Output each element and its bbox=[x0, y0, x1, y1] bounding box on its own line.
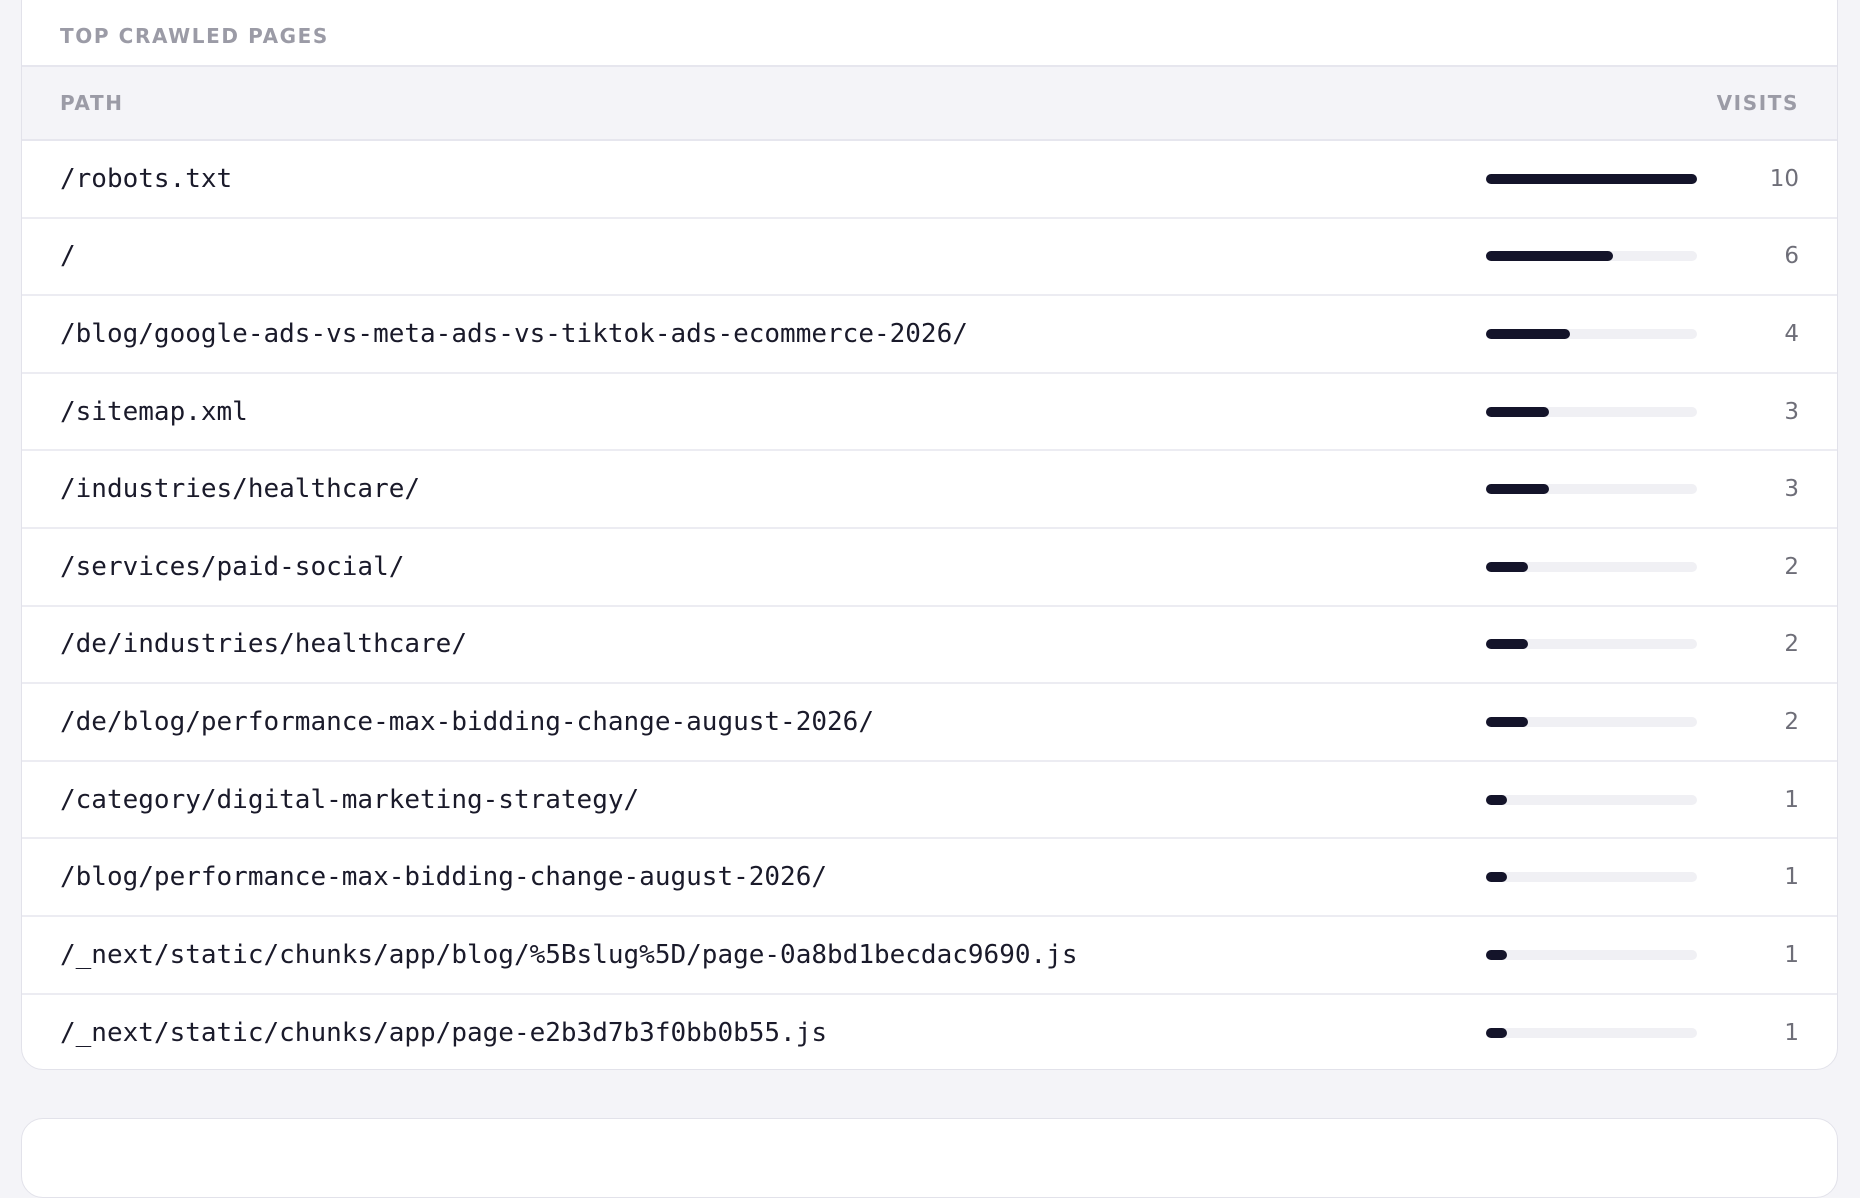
row-path: /category/digital-marketing-strategy/ bbox=[60, 784, 640, 815]
visits-bar-fill bbox=[1486, 406, 1550, 417]
visits-bar-fill bbox=[1486, 639, 1529, 650]
visits-bar bbox=[1486, 716, 1697, 727]
row-visits: 10 bbox=[1769, 165, 1799, 192]
row-path: /robots.txt bbox=[60, 163, 233, 194]
row-visits: 6 bbox=[1784, 243, 1799, 270]
card-header: TOP CRAWLED PAGES bbox=[22, 0, 1837, 67]
visits-bar bbox=[1486, 872, 1697, 883]
table-row[interactable]: /de/industries/healthcare/ 2 bbox=[22, 607, 1837, 685]
card-title: TOP CRAWLED PAGES bbox=[60, 24, 329, 48]
table-row[interactable]: /services/paid-social/ 2 bbox=[22, 529, 1837, 607]
table-row[interactable]: /_next/static/chunks/app/page-e2b3d7b3f0… bbox=[22, 995, 1837, 1069]
table-row[interactable]: /blog/google-ads-vs-meta-ads-vs-tiktok-a… bbox=[22, 296, 1837, 374]
visits-bar bbox=[1486, 949, 1697, 960]
table-row[interactable]: /robots.txt 10 bbox=[22, 141, 1837, 219]
row-visits: 2 bbox=[1784, 708, 1799, 735]
row-visits: 3 bbox=[1784, 476, 1799, 503]
table-row[interactable]: /sitemap.xml 3 bbox=[22, 374, 1837, 452]
row-path: /blog/google-ads-vs-meta-ads-vs-tiktok-a… bbox=[60, 318, 968, 349]
visits-bar-fill bbox=[1486, 872, 1508, 883]
row-visits: 1 bbox=[1784, 864, 1799, 891]
row-visits: 1 bbox=[1784, 1020, 1799, 1047]
visits-bar bbox=[1486, 328, 1697, 339]
row-path: /_next/static/chunks/app/page-e2b3d7b3f0… bbox=[60, 1018, 828, 1049]
visits-bar-fill bbox=[1486, 1028, 1508, 1039]
table-row[interactable]: /blog/performance-max-bidding-change-aug… bbox=[22, 839, 1837, 917]
row-path: /de/industries/healthcare/ bbox=[60, 629, 467, 660]
visits-bar bbox=[1486, 561, 1697, 572]
visits-bar bbox=[1486, 1028, 1697, 1039]
visits-bar bbox=[1486, 639, 1697, 650]
row-path: /industries/healthcare/ bbox=[60, 474, 421, 505]
visits-bar bbox=[1486, 484, 1697, 495]
row-visits: 1 bbox=[1784, 786, 1799, 813]
table-row[interactable]: /category/digital-marketing-strategy/ 1 bbox=[22, 762, 1837, 840]
visits-bar bbox=[1486, 173, 1697, 184]
visits-bar-fill bbox=[1486, 794, 1508, 805]
visits-bar-fill bbox=[1486, 328, 1571, 339]
visits-bar bbox=[1486, 794, 1697, 805]
table-row[interactable]: /_next/static/chunks/app/blog/%5Bslug%5D… bbox=[22, 917, 1837, 995]
visits-bar-fill bbox=[1486, 251, 1613, 262]
visits-bar-fill bbox=[1486, 561, 1529, 572]
row-visits: 2 bbox=[1784, 553, 1799, 580]
table-row[interactable]: /industries/healthcare/ 3 bbox=[22, 451, 1837, 529]
row-path: /blog/performance-max-bidding-change-aug… bbox=[60, 862, 828, 893]
next-card bbox=[21, 1118, 1838, 1198]
row-path: /sitemap.xml bbox=[60, 396, 248, 427]
row-path: /_next/static/chunks/app/blog/%5Bslug%5D… bbox=[60, 939, 1078, 970]
visits-bar-fill bbox=[1486, 949, 1508, 960]
row-visits: 3 bbox=[1784, 398, 1799, 425]
visits-bar-fill bbox=[1486, 716, 1529, 727]
table-body: /robots.txt 10 / 6 /blog/google-ads-vs-m… bbox=[22, 141, 1837, 1069]
table-row[interactable]: /de/blog/performance-max-bidding-change-… bbox=[22, 684, 1837, 762]
visits-bar-fill bbox=[1486, 484, 1550, 495]
row-path: /de/blog/performance-max-bidding-change-… bbox=[60, 706, 874, 737]
table-row[interactable]: / 6 bbox=[22, 219, 1837, 297]
row-path: / bbox=[60, 241, 76, 272]
table-header: PATH VISITS bbox=[22, 67, 1837, 141]
column-header-visits[interactable]: VISITS bbox=[1717, 91, 1799, 115]
row-visits: 1 bbox=[1784, 941, 1799, 968]
column-header-path[interactable]: PATH bbox=[60, 91, 124, 115]
visits-bar-fill bbox=[1486, 173, 1697, 184]
row-path: /services/paid-social/ bbox=[60, 551, 405, 582]
visits-bar bbox=[1486, 406, 1697, 417]
top-crawled-pages-card: TOP CRAWLED PAGES PATH VISITS /robots.tx… bbox=[21, 0, 1838, 1070]
row-visits: 4 bbox=[1784, 320, 1799, 347]
visits-bar bbox=[1486, 251, 1697, 262]
row-visits: 2 bbox=[1784, 631, 1799, 658]
